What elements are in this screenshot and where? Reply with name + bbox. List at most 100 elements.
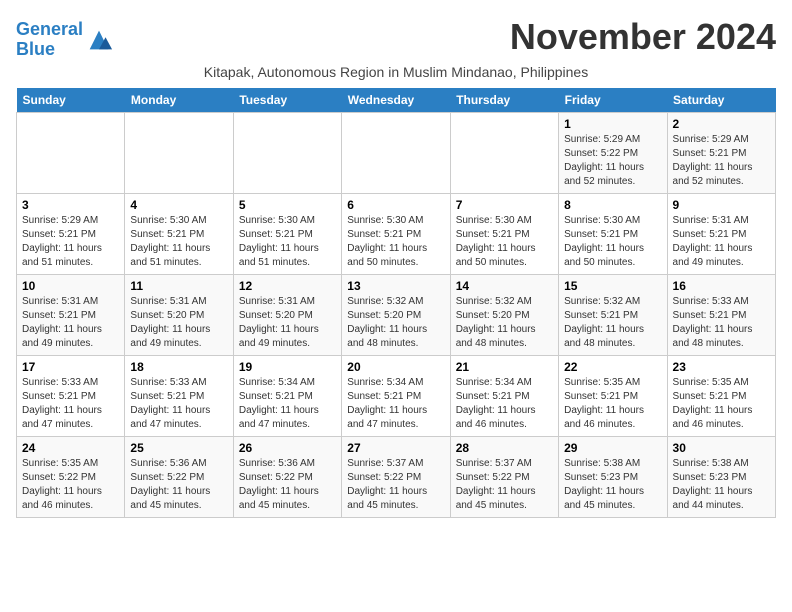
- day-info: Sunrise: 5:30 AM Sunset: 5:21 PM Dayligh…: [239, 214, 336, 270]
- day-number: 21: [456, 360, 553, 374]
- day-number: 11: [130, 279, 227, 293]
- calendar-cell: [17, 112, 125, 193]
- day-info: Sunrise: 5:29 AM Sunset: 5:22 PM Dayligh…: [564, 133, 661, 189]
- calendar-cell: 15 Sunrise: 5:32 AM Sunset: 5:21 PM Dayli…: [559, 274, 667, 355]
- day-number: 2: [673, 117, 770, 131]
- calendar-cell: 19 Sunrise: 5:34 AM Sunset: 5:21 PM Dayli…: [233, 355, 341, 436]
- calendar-cell: [342, 112, 450, 193]
- day-info: Sunrise: 5:33 AM Sunset: 5:21 PM Dayligh…: [22, 376, 119, 432]
- calendar-cell: 12Sunrise: 5:31 AM Sunset: 5:20 PM Dayli…: [233, 274, 341, 355]
- header-row: SundayMondayTuesdayWednesdayThursdayFrid…: [17, 88, 776, 113]
- calendar-cell: [125, 112, 233, 193]
- week-row-1: 1 Sunrise: 5:29 AM Sunset: 5:22 PM Daylig…: [17, 112, 776, 193]
- day-number: 14: [456, 279, 553, 293]
- page-header: General Blue November 2024: [16, 16, 776, 60]
- day-number: 23: [673, 360, 770, 374]
- header-day-saturday: Saturday: [667, 88, 775, 113]
- day-number: 26: [239, 441, 336, 455]
- day-info: Sunrise: 5:31 AM Sunset: 5:21 PM Dayligh…: [673, 214, 770, 270]
- calendar-cell: 18 Sunrise: 5:33 AM Sunset: 5:21 PM Dayli…: [125, 355, 233, 436]
- calendar-cell: [450, 112, 558, 193]
- day-info: Sunrise: 5:31 AM Sunset: 5:20 PM Dayligh…: [239, 295, 336, 351]
- day-info: Sunrise: 5:35 AM Sunset: 5:21 PM Dayligh…: [673, 376, 770, 432]
- day-number: 27: [347, 441, 444, 455]
- day-info: Sunrise: 5:32 AM Sunset: 5:21 PM Dayligh…: [564, 295, 661, 351]
- day-info: Sunrise: 5:34 AM Sunset: 5:21 PM Dayligh…: [239, 376, 336, 432]
- calendar-cell: 24Sunrise: 5:35 AM Sunset: 5:22 PM Dayli…: [17, 436, 125, 517]
- day-number: 17: [22, 360, 119, 374]
- calendar-cell: 10 Sunrise: 5:31 AM Sunset: 5:21 PM Dayli…: [17, 274, 125, 355]
- day-number: 18: [130, 360, 227, 374]
- calendar-cell: 26 Sunrise: 5:36 AM Sunset: 5:22 PM Dayli…: [233, 436, 341, 517]
- week-row-3: 10 Sunrise: 5:31 AM Sunset: 5:21 PM Dayli…: [17, 274, 776, 355]
- day-info: Sunrise: 5:30 AM Sunset: 5:21 PM Dayligh…: [456, 214, 553, 270]
- day-number: 7: [456, 198, 553, 212]
- logo-blue: Blue: [16, 39, 55, 59]
- calendar-cell: 2 Sunrise: 5:29 AM Sunset: 5:21 PM Daylig…: [667, 112, 775, 193]
- day-info: Sunrise: 5:38 AM Sunset: 5:23 PM Dayligh…: [564, 457, 661, 513]
- day-info: Sunrise: 5:30 AM Sunset: 5:21 PM Dayligh…: [564, 214, 661, 270]
- day-number: 1: [564, 117, 661, 131]
- week-row-2: 3Sunrise: 5:29 AM Sunset: 5:21 PM Daylig…: [17, 193, 776, 274]
- day-info: Sunrise: 5:34 AM Sunset: 5:21 PM Dayligh…: [456, 376, 553, 432]
- day-info: Sunrise: 5:34 AM Sunset: 5:21 PM Dayligh…: [347, 376, 444, 432]
- calendar-cell: 17 Sunrise: 5:33 AM Sunset: 5:21 PM Dayli…: [17, 355, 125, 436]
- day-info: Sunrise: 5:36 AM Sunset: 5:22 PM Dayligh…: [130, 457, 227, 513]
- day-number: 22: [564, 360, 661, 374]
- calendar-cell: 27 Sunrise: 5:37 AM Sunset: 5:22 PM Dayli…: [342, 436, 450, 517]
- calendar-cell: 25 Sunrise: 5:36 AM Sunset: 5:22 PM Dayli…: [125, 436, 233, 517]
- day-info: Sunrise: 5:32 AM Sunset: 5:20 PM Dayligh…: [456, 295, 553, 351]
- week-row-5: 24Sunrise: 5:35 AM Sunset: 5:22 PM Dayli…: [17, 436, 776, 517]
- day-number: 16: [673, 279, 770, 293]
- day-info: Sunrise: 5:30 AM Sunset: 5:21 PM Dayligh…: [130, 214, 227, 270]
- day-number: 19: [239, 360, 336, 374]
- calendar-cell: 9 Sunrise: 5:31 AM Sunset: 5:21 PM Daylig…: [667, 193, 775, 274]
- day-info: Sunrise: 5:35 AM Sunset: 5:22 PM Dayligh…: [22, 457, 119, 513]
- day-number: 10: [22, 279, 119, 293]
- day-number: 15: [564, 279, 661, 293]
- subtitle: Kitapak, Autonomous Region in Muslim Min…: [16, 64, 776, 80]
- day-info: Sunrise: 5:32 AM Sunset: 5:20 PM Dayligh…: [347, 295, 444, 351]
- calendar-cell: 22 Sunrise: 5:35 AM Sunset: 5:21 PM Dayli…: [559, 355, 667, 436]
- calendar-cell: 30Sunrise: 5:38 AM Sunset: 5:23 PM Dayli…: [667, 436, 775, 517]
- calendar-cell: 16Sunrise: 5:33 AM Sunset: 5:21 PM Dayli…: [667, 274, 775, 355]
- day-number: 4: [130, 198, 227, 212]
- calendar-cell: 29 Sunrise: 5:38 AM Sunset: 5:23 PM Dayli…: [559, 436, 667, 517]
- day-number: 6: [347, 198, 444, 212]
- logo-icon: [85, 26, 113, 54]
- header-day-wednesday: Wednesday: [342, 88, 450, 113]
- day-info: Sunrise: 5:33 AM Sunset: 5:21 PM Dayligh…: [130, 376, 227, 432]
- calendar-cell: [233, 112, 341, 193]
- calendar-cell: 1 Sunrise: 5:29 AM Sunset: 5:22 PM Daylig…: [559, 112, 667, 193]
- day-info: Sunrise: 5:36 AM Sunset: 5:22 PM Dayligh…: [239, 457, 336, 513]
- header-day-monday: Monday: [125, 88, 233, 113]
- logo: General Blue: [16, 20, 113, 60]
- day-info: Sunrise: 5:35 AM Sunset: 5:21 PM Dayligh…: [564, 376, 661, 432]
- day-number: 25: [130, 441, 227, 455]
- day-number: 8: [564, 198, 661, 212]
- calendar-cell: 20 Sunrise: 5:34 AM Sunset: 5:21 PM Dayli…: [342, 355, 450, 436]
- day-info: Sunrise: 5:31 AM Sunset: 5:21 PM Dayligh…: [22, 295, 119, 351]
- calendar-cell: 6 Sunrise: 5:30 AM Sunset: 5:21 PM Daylig…: [342, 193, 450, 274]
- day-info: Sunrise: 5:30 AM Sunset: 5:21 PM Dayligh…: [347, 214, 444, 270]
- day-number: 9: [673, 198, 770, 212]
- day-number: 30: [673, 441, 770, 455]
- month-title: November 2024: [510, 16, 776, 58]
- calendar-cell: 21 Sunrise: 5:34 AM Sunset: 5:21 PM Dayli…: [450, 355, 558, 436]
- calendar-cell: 7 Sunrise: 5:30 AM Sunset: 5:21 PM Daylig…: [450, 193, 558, 274]
- day-info: Sunrise: 5:37 AM Sunset: 5:22 PM Dayligh…: [347, 457, 444, 513]
- calendar-cell: 11Sunrise: 5:31 AM Sunset: 5:20 PM Dayli…: [125, 274, 233, 355]
- day-info: Sunrise: 5:29 AM Sunset: 5:21 PM Dayligh…: [22, 214, 119, 270]
- day-number: 13: [347, 279, 444, 293]
- day-number: 20: [347, 360, 444, 374]
- logo-general: General: [16, 19, 83, 39]
- header-day-tuesday: Tuesday: [233, 88, 341, 113]
- header-day-sunday: Sunday: [17, 88, 125, 113]
- day-number: 5: [239, 198, 336, 212]
- logo-text: General Blue: [16, 20, 83, 60]
- day-info: Sunrise: 5:29 AM Sunset: 5:21 PM Dayligh…: [673, 133, 770, 189]
- calendar-table: SundayMondayTuesdayWednesdayThursdayFrid…: [16, 88, 776, 518]
- calendar-cell: 3Sunrise: 5:29 AM Sunset: 5:21 PM Daylig…: [17, 193, 125, 274]
- calendar-cell: 4 Sunrise: 5:30 AM Sunset: 5:21 PM Daylig…: [125, 193, 233, 274]
- day-number: 29: [564, 441, 661, 455]
